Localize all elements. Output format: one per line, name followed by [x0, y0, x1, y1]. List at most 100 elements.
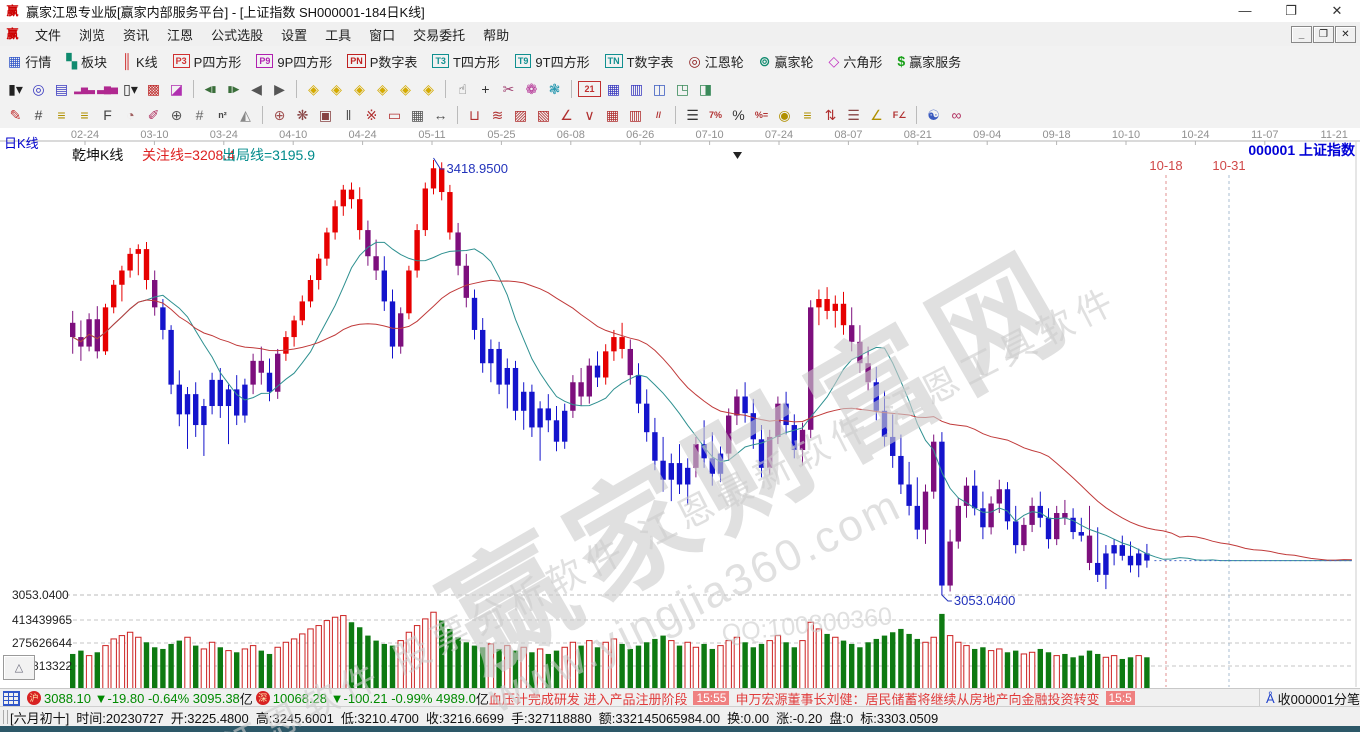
wheel-flower-icon[interactable]: ❋ — [292, 105, 313, 125]
f-grid-icon[interactable]: F — [97, 105, 118, 125]
toolbar-button-p-number-table[interactable]: PNP数字表 — [343, 50, 421, 73]
red-grid-a-icon[interactable]: ▦ — [602, 105, 623, 125]
flower-tool-b[interactable]: ❃ — [544, 79, 565, 99]
ruler-grid-icon[interactable]: ▦ — [407, 105, 428, 125]
angle-mirror-icon[interactable]: ◭ — [235, 105, 256, 125]
f-angle-icon[interactable]: F∠ — [889, 105, 910, 125]
toolbar-button-9p-square[interactable]: P99P四方形 — [252, 50, 336, 73]
calendar-icon[interactable]: 21 — [578, 81, 601, 97]
list-panel-icon[interactable]: ☰ — [682, 105, 703, 125]
fan-lines-icon[interactable]: ≋ — [487, 105, 508, 125]
menu-item-窗口[interactable]: 窗口 — [360, 28, 404, 43]
menu-item-工具[interactable]: 工具 — [316, 28, 360, 43]
toolbar-button-quotes[interactable]: ▦行情 — [4, 50, 55, 73]
tools-icon[interactable]: ◨ — [695, 79, 716, 99]
scissors-tool[interactable]: ✂ — [498, 79, 519, 99]
restore-button[interactable]: ❐ — [1268, 3, 1314, 19]
angle-line-icon[interactable]: ∠ — [556, 105, 577, 125]
gold-angle-icon[interactable]: ∠ — [866, 105, 887, 125]
red-grid-b-icon[interactable]: ▥ — [625, 105, 646, 125]
child-restore-button[interactable]: ❐ — [1313, 26, 1334, 43]
go-last-button[interactable]: ▮▶ — [223, 79, 244, 99]
grid-center-icon[interactable]: ▣ — [315, 105, 336, 125]
period-label[interactable]: 日K线 — [4, 133, 39, 152]
menu-item-帮助[interactable]: 帮助 — [474, 28, 518, 43]
notebook-icon[interactable]: ▥ — [626, 79, 647, 99]
toolbar-button-p-square[interactable]: P3P四方形 — [169, 50, 246, 73]
calculator-icon[interactable]: ▦ — [603, 79, 624, 99]
gann-diamond-4[interactable]: ◈ — [372, 79, 393, 99]
gann-diamond-2[interactable]: ◈ — [326, 79, 347, 99]
save-icon[interactable]: ◫ — [649, 79, 670, 99]
bars3-icon[interactable]: ▂▅▃ — [74, 79, 95, 99]
menu-item-设置[interactable]: 设置 — [272, 28, 316, 43]
crosshair-tool[interactable]: + — [475, 79, 496, 99]
quote-grid-icon[interactable] — [3, 691, 20, 706]
hexagram-icon[interactable]: ☰ — [843, 105, 864, 125]
color-chart-icon[interactable]: ◪ — [166, 79, 187, 99]
kline-chart[interactable]: 02-2403-1003-2404-1004-2405-1105-2506-08… — [0, 128, 1360, 688]
tick-chart-link[interactable]: Å 收000001分笔 — [1259, 689, 1360, 708]
v-line-icon[interactable]: ∨ — [579, 105, 600, 125]
hand-tool[interactable]: ☝ — [452, 79, 473, 99]
toolbar-button-hexagon[interactable]: ◇六角形 — [825, 50, 887, 73]
circle-cross-icon[interactable]: ⊕ — [166, 105, 187, 125]
gold-grid-1[interactable]: ≡ — [51, 105, 72, 125]
infinity-icon[interactable]: ∞ — [946, 105, 967, 125]
grid-ticks2-icon[interactable]: # — [189, 105, 210, 125]
n-squared-icon[interactable]: n² — [212, 105, 233, 125]
toolbar-button-9t-square[interactable]: T99T四方形 — [511, 50, 594, 73]
toolbar-button-sectors[interactable]: ▚板块 — [62, 50, 111, 73]
menu-item-公式选股[interactable]: 公式选股 — [202, 28, 272, 43]
pct7-icon[interactable]: 7% — [705, 105, 726, 125]
red-box-icon[interactable]: ⊔ — [464, 105, 485, 125]
toolbar-button-t-number-table[interactable]: TNT数字表 — [601, 50, 678, 73]
menu-item-江恩[interactable]: 江恩 — [158, 28, 202, 43]
pct-eq-icon[interactable]: %= — [751, 105, 772, 125]
child-close-button[interactable]: ✕ — [1335, 26, 1356, 43]
toolbar-button-kline[interactable]: ║K线 — [118, 50, 162, 73]
kline-style-dropdown[interactable]: ▮▾ — [5, 79, 26, 99]
bars9-icon[interactable]: ▃▆▅ — [97, 79, 118, 99]
pct-icon[interactable]: % — [728, 105, 749, 125]
export-icon[interactable]: ◳ — [672, 79, 693, 99]
gold-circle-icon[interactable]: ◉ — [774, 105, 795, 125]
menu-item-资讯[interactable]: 资讯 — [114, 28, 158, 43]
expand-panel-button[interactable]: △ — [3, 655, 35, 680]
toolbar-button-winner-wheel[interactable]: ⊚赢家轮 — [755, 50, 818, 73]
report-icon[interactable]: ▤ — [51, 79, 72, 99]
gann-diamond-3[interactable]: ◈ — [349, 79, 370, 99]
updown-icon[interactable]: ⇅ — [820, 105, 841, 125]
taiji-icon[interactable]: ☯ — [923, 105, 944, 125]
gann-diamond-6[interactable]: ◈ — [418, 79, 439, 99]
pen-angle-icon[interactable]: ✐ — [143, 105, 164, 125]
candle-dropdown[interactable]: ▯▾ — [120, 79, 141, 99]
parallel-icon[interactable]: // — [648, 105, 669, 125]
close-button[interactable]: ✕ — [1314, 3, 1360, 19]
menu-item-文件[interactable]: 文件 — [26, 28, 70, 43]
news-ticker[interactable]: 血压计完成研发 进入产品注册阶段 15:55 申万宏源董事长刘健：居民储蓄将继续… — [489, 689, 1259, 708]
go-next-button[interactable]: ▶ — [269, 79, 290, 99]
wave-icon[interactable]: ‖ — [338, 105, 359, 125]
news-item-1[interactable]: 血压计完成研发 进入产品注册阶段 — [489, 689, 688, 708]
sh-index-value[interactable]: 3088.10 — [44, 691, 91, 706]
sz-index-value[interactable]: 10068.28 — [273, 691, 327, 706]
gann-diamond-5[interactable]: ◈ — [395, 79, 416, 99]
minimize-button[interactable]: — — [1222, 3, 1268, 19]
magic-number-icon[interactable]: ※ — [361, 105, 382, 125]
pattern-search-icon[interactable]: ◎ — [28, 79, 49, 99]
gold-lines-icon[interactable]: ≡ — [797, 105, 818, 125]
shade-b-icon[interactable]: ▧ — [533, 105, 554, 125]
toolbar-button-winner-service[interactable]: $赢家服务 — [893, 50, 965, 73]
pattern-match-icon[interactable]: ▩ — [143, 79, 164, 99]
news-item-2[interactable]: 申万宏源董事长刘健：居民储蓄将继续从房地产向金融投资转变 — [735, 689, 1099, 708]
box-tool-icon[interactable]: ▭ — [384, 105, 405, 125]
menu-item-交易委托[interactable]: 交易委托 — [404, 28, 474, 43]
spiral-icon[interactable]: ◔ — [120, 105, 141, 125]
grid-ticks-icon[interactable]: # — [28, 105, 49, 125]
toolbar-button-gann-wheel[interactable]: ◎江恩轮 — [685, 50, 748, 73]
child-minimize-button[interactable]: _ — [1291, 26, 1312, 43]
flower-tool-a[interactable]: ❁ — [521, 79, 542, 99]
circle-target-icon[interactable]: ⊕ — [269, 105, 290, 125]
go-first-button[interactable]: ◀▮ — [200, 79, 221, 99]
